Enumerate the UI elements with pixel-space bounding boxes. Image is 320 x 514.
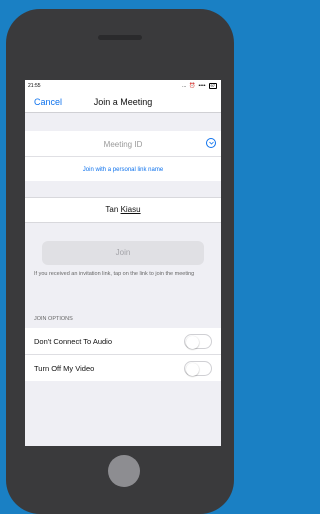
page-title: Join a Meeting xyxy=(93,97,153,107)
status-icons: ... ⏰ •••• 97 xyxy=(182,83,217,89)
chevron-down-circle-icon[interactable] xyxy=(206,138,216,148)
audio-toggle[interactable] xyxy=(184,334,212,349)
option-label-audio: Don't Connect To Audio xyxy=(34,337,113,346)
divider xyxy=(25,156,221,157)
meeting-id-section: Meeting ID Join with a personal link nam… xyxy=(25,131,221,181)
toggle-knob xyxy=(185,362,199,376)
option-row-video: Turn Off My Video xyxy=(25,355,221,381)
invitation-hint: If you received an invitation link, tap … xyxy=(34,271,195,277)
option-label-video: Turn Off My Video xyxy=(34,364,95,373)
status-time: 21:55 xyxy=(28,83,41,89)
status-dots: ... xyxy=(182,83,187,89)
meeting-id-input[interactable]: Meeting ID xyxy=(25,140,221,149)
phone-speaker xyxy=(98,35,142,40)
screen-name-field[interactable]: Tan Kiasu xyxy=(25,197,221,223)
app-screen: 21:55 ... ⏰ •••• 97 Cancel Join a Meetin… xyxy=(25,80,221,446)
toggle-knob xyxy=(185,335,199,349)
home-button[interactable] xyxy=(108,455,140,487)
video-toggle[interactable] xyxy=(184,361,212,376)
battery-icon: 97 xyxy=(208,83,217,89)
option-row-audio: Don't Connect To Audio xyxy=(25,328,221,355)
join-options-heading: JOIN OPTIONS xyxy=(34,316,73,322)
alarm-icon: ⏰ xyxy=(189,83,196,89)
nav-bar: Cancel Join a Meeting xyxy=(25,92,221,113)
name-last: Kiasu xyxy=(120,205,141,214)
join-button[interactable]: Join xyxy=(42,241,204,265)
screen-name-value: Tan Kiasu xyxy=(25,205,221,214)
name-first: Tan xyxy=(105,205,119,214)
signal-icon: •••• xyxy=(198,83,206,89)
status-bar: 21:55 ... ⏰ •••• 97 xyxy=(25,80,221,92)
phone-frame: 21:55 ... ⏰ •••• 97 Cancel Join a Meetin… xyxy=(6,9,234,514)
personal-link-button[interactable]: Join with a personal link name xyxy=(25,167,221,173)
